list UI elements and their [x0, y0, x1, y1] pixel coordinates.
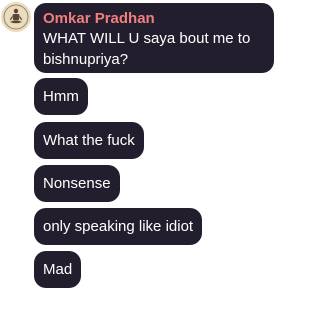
message-thread: Omkar Pradhan WHAT WILL U saya bout me t… [34, 3, 274, 288]
message-bubble[interactable]: Omkar Pradhan WHAT WILL U saya bout me t… [34, 3, 274, 73]
message-text: Hmm [43, 88, 79, 105]
message-bubble[interactable]: What the fuck [34, 122, 144, 159]
message-text: Mad [43, 261, 73, 278]
sender-name[interactable]: Omkar Pradhan [43, 9, 265, 28]
message-bubble[interactable]: Nonsense [34, 165, 120, 202]
avatar[interactable] [1, 2, 31, 32]
message-bubble[interactable]: Mad [34, 251, 82, 288]
message-bubble[interactable]: Hmm [34, 78, 88, 115]
message-text: WHAT WILL U saya bout me to bishnupriya? [43, 30, 251, 68]
message-text: Nonsense [43, 175, 111, 192]
message-text: only speaking like idiot [43, 218, 194, 235]
meditating-figure-icon [1, 2, 31, 32]
message-bubble[interactable]: only speaking like idiot [34, 208, 203, 245]
message-text: What the fuck [43, 132, 135, 149]
